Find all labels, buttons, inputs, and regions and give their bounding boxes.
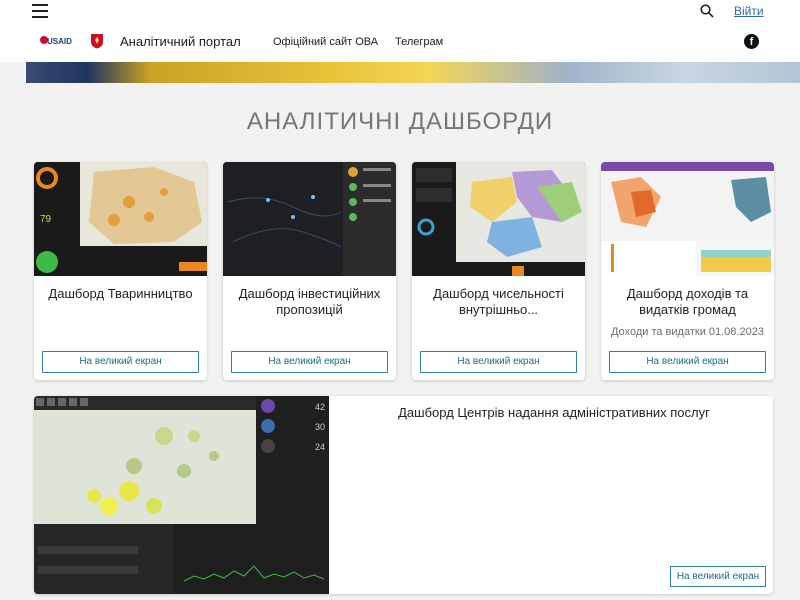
facebook-icon[interactable]: f (744, 34, 759, 49)
nav-telegram[interactable]: Телеграм (395, 36, 443, 48)
nav-official-site[interactable]: Офіційний сайт ОВА (273, 36, 378, 48)
card-title[interactable]: Дашборд чисельності внутрішньо... (418, 286, 579, 318)
section-title: АНАЛІТИЧНІ ДАШБОРДИ (246, 108, 554, 135)
card-title[interactable]: Дашборд інвестиційних пропозицій (229, 286, 390, 318)
stat-value: 42 (315, 402, 325, 412)
stat-value: 30 (315, 422, 325, 432)
fullscreen-button[interactable]: На великий екран (231, 351, 388, 373)
dashboard-card-livestock: 79 Дашборд Тваринництво На великий екран (34, 162, 207, 380)
fullscreen-button[interactable]: На великий екран (609, 351, 766, 373)
card-title[interactable]: Дашборд Тваринництво (40, 286, 201, 302)
thumb-stat-value: 79 (40, 214, 52, 225)
fullscreen-button[interactable]: На великий екран (42, 351, 199, 373)
search-icon[interactable] (700, 4, 714, 18)
dashboard-card-idp: Дашборд чисельності внутрішньо... На вел… (412, 162, 585, 380)
card-subtitle: Доходи та видатки 01.08.2023 (611, 326, 764, 338)
dashboard-thumbnail[interactable] (601, 162, 774, 276)
coat-of-arms-icon[interactable] (90, 33, 104, 49)
top-bar: Війти USAID Аналітичний портал Офіційний… (0, 0, 800, 62)
usaid-logo[interactable]: USAID (40, 34, 76, 48)
dashboard-thumbnail[interactable]: 79 (34, 162, 207, 276)
dashboard-card-admin-services: 42 30 24 Дашборд Центрів надання адмініс… (34, 396, 773, 594)
login-link[interactable]: Війти (734, 4, 764, 18)
card-title[interactable]: Дашборд Центрів надання адміністративних… (364, 405, 744, 420)
stat-value: 24 (315, 442, 325, 452)
card-title[interactable]: Дашборд доходів та видатків громад (607, 286, 768, 318)
dashboard-card-budget: Дашборд доходів та видатків громад Доход… (601, 162, 774, 380)
portal-title[interactable]: Аналітичний портал (120, 34, 241, 49)
fullscreen-button[interactable]: На великий екран (670, 566, 766, 587)
menu-icon[interactable] (32, 4, 48, 18)
dashboard-card-investment: Дашборд інвестиційних пропозицій На вели… (223, 162, 396, 380)
dashboard-thumbnail[interactable] (223, 162, 396, 276)
hero-banner (26, 62, 800, 83)
dashboard-thumbnail[interactable] (412, 162, 585, 276)
dashboard-thumbnail[interactable]: 42 30 24 (34, 396, 329, 594)
fullscreen-button[interactable]: На великий екран (420, 351, 577, 373)
